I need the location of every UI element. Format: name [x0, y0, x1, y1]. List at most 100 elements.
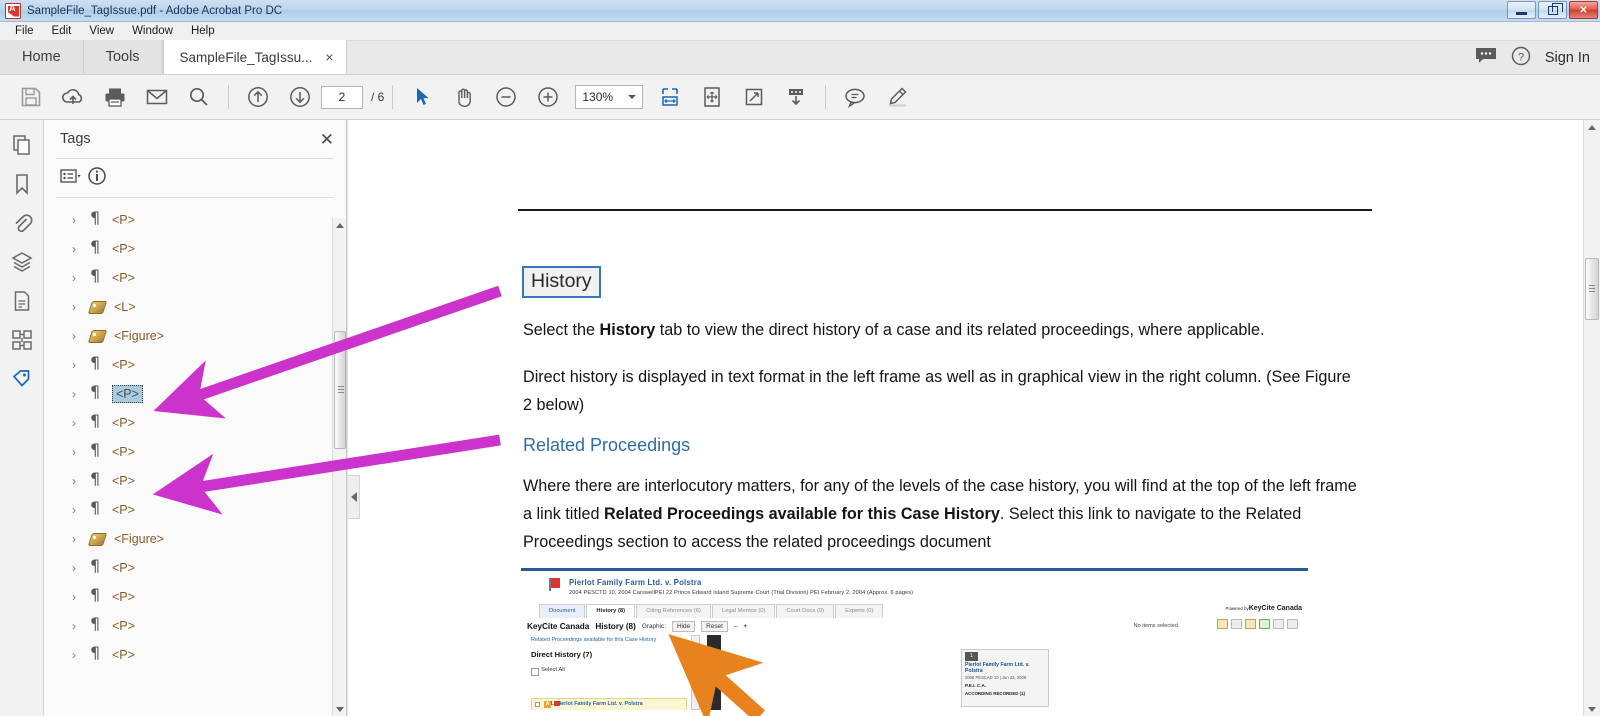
- layers-icon[interactable]: [7, 249, 37, 275]
- page-thumbnails-icon[interactable]: [7, 132, 37, 158]
- document-scroll-thumb[interactable]: [1585, 258, 1599, 320]
- close-icon[interactable]: ×: [325, 49, 333, 65]
- cursor-select-icon[interactable]: [401, 75, 443, 120]
- tag-tree-row[interactable]: › <P>: [44, 234, 346, 263]
- tag-tree-row[interactable]: › <P>: [44, 466, 346, 495]
- chevron-right-icon[interactable]: ›: [72, 561, 82, 575]
- scroll-up-arrow-icon[interactable]: [1584, 120, 1600, 134]
- hand-tool-icon[interactable]: [443, 75, 485, 120]
- figure-bar-graphic-label: Graphic:: [641, 623, 666, 630]
- document-viewport[interactable]: History Select the History tab to view t…: [347, 120, 1600, 716]
- email-icon[interactable]: [136, 75, 178, 120]
- chevron-right-icon[interactable]: ›: [72, 416, 82, 430]
- paragraph-3: Where there are interlocutory matters, f…: [523, 472, 1363, 556]
- tag-tree-row[interactable]: › <Figure>: [44, 524, 346, 553]
- chevron-right-icon[interactable]: ›: [72, 474, 82, 488]
- comment-bubble-icon[interactable]: [834, 75, 876, 120]
- page-number-input[interactable]: 2: [321, 85, 363, 109]
- tab-tools[interactable]: Tools: [83, 40, 163, 74]
- fullscreen-icon[interactable]: [733, 75, 775, 120]
- tags-panel-toolbar: [44, 159, 346, 197]
- fit-width-icon[interactable]: [649, 75, 691, 120]
- document-scrollbar[interactable]: [1583, 120, 1600, 716]
- figure-list-item-1: A 1. Pierlot Family Farm Ltd. v. Polstra: [531, 698, 687, 710]
- scroll-up-arrow-icon[interactable]: [333, 218, 346, 232]
- next-page-icon[interactable]: [279, 75, 321, 120]
- scroll-mode-icon[interactable]: [775, 75, 817, 120]
- options-list-icon[interactable]: [60, 168, 82, 189]
- figure-inner-scrollbar: [691, 635, 700, 710]
- tag-tree-row[interactable]: › <P>: [44, 640, 346, 669]
- chevron-right-icon[interactable]: ›: [72, 213, 82, 227]
- menu-window[interactable]: Window: [123, 22, 182, 41]
- save-icon[interactable]: [10, 75, 52, 120]
- chevron-right-icon[interactable]: ›: [72, 271, 82, 285]
- tag-tree-row[interactable]: › <P>: [44, 350, 346, 379]
- chevron-right-icon[interactable]: ›: [72, 590, 82, 604]
- close-button[interactable]: ✕: [1569, 1, 1598, 19]
- attachments-icon[interactable]: [7, 210, 37, 236]
- sign-in-button[interactable]: Sign In: [1545, 50, 1590, 66]
- search-icon[interactable]: [178, 75, 220, 120]
- minimize-button[interactable]: [1507, 1, 1536, 19]
- zoom-level-select[interactable]: 130%: [575, 85, 644, 109]
- tags-tree[interactable]: › <P> › <P> › <P> › <L> › <Figure> › <P> › <P> › <P> › <P…: [44, 198, 346, 716]
- menu-bar: File Edit View Window Help: [0, 22, 1600, 41]
- info-icon[interactable]: [87, 166, 107, 191]
- chevron-right-icon[interactable]: ›: [72, 387, 82, 401]
- panel-collapse-handle[interactable]: [348, 475, 360, 519]
- chevron-right-icon[interactable]: ›: [72, 619, 82, 633]
- close-icon[interactable]: ✕: [320, 131, 334, 148]
- tag-tree-row[interactable]: › <P>: [44, 611, 346, 640]
- tag-tree-row[interactable]: › <L>: [44, 292, 346, 321]
- zoom-out-icon[interactable]: [485, 75, 527, 120]
- upload-cloud-icon[interactable]: [52, 75, 94, 120]
- scroll-down-arrow-icon[interactable]: [333, 702, 346, 716]
- tag-tree-label: <P>: [112, 647, 135, 662]
- document-icon[interactable]: [7, 288, 37, 314]
- chevron-right-icon[interactable]: ›: [72, 503, 82, 517]
- tag-tree-row[interactable]: › <Figure>: [44, 321, 346, 350]
- zoom-in-icon[interactable]: [527, 75, 569, 120]
- tab-home[interactable]: Home: [0, 40, 84, 74]
- menu-file[interactable]: File: [6, 22, 43, 41]
- chevron-right-icon[interactable]: ›: [72, 358, 82, 372]
- previous-page-icon[interactable]: [237, 75, 279, 120]
- tab-document-label: SampleFile_TagIssu...: [179, 49, 313, 65]
- tab-document[interactable]: SampleFile_TagIssu... ×: [162, 40, 347, 74]
- help-icon[interactable]: ?: [1511, 46, 1531, 71]
- menu-help[interactable]: Help: [182, 22, 224, 41]
- tags-scroll-thumb[interactable]: [334, 331, 346, 449]
- tag-tree-row[interactable]: › <P>: [44, 553, 346, 582]
- paragraph-element-icon: [90, 266, 104, 285]
- maximize-button[interactable]: [1538, 1, 1567, 19]
- tags-icon[interactable]: [7, 366, 37, 392]
- tag-tree-row[interactable]: › <P>: [44, 408, 346, 437]
- scroll-down-arrow-icon[interactable]: [1584, 702, 1600, 716]
- tag-tree-row[interactable]: › <P>: [44, 205, 346, 234]
- menu-view[interactable]: View: [80, 22, 123, 41]
- chevron-right-icon[interactable]: ›: [72, 532, 82, 546]
- figure-toolbar: KeyCite Canada History (8) Graphic: Hide…: [527, 621, 747, 632]
- highlighter-icon[interactable]: [876, 75, 918, 120]
- chevron-right-icon[interactable]: ›: [72, 648, 82, 662]
- document-scrollbar-track[interactable]: [1584, 120, 1600, 716]
- main-toolbar: 2 / 6 130%: [0, 75, 1600, 120]
- print-icon[interactable]: [94, 75, 136, 120]
- chevron-right-icon[interactable]: ›: [72, 329, 82, 343]
- tag-tree-row[interactable]: › <P>: [44, 582, 346, 611]
- content-order-icon[interactable]: [7, 327, 37, 353]
- tag-tree-row[interactable]: › <P>: [44, 379, 346, 408]
- chevron-right-icon[interactable]: ›: [72, 242, 82, 256]
- chevron-right-icon[interactable]: ›: [72, 445, 82, 459]
- fit-page-icon[interactable]: [691, 75, 733, 120]
- tag-tree-row[interactable]: › <P>: [44, 437, 346, 466]
- menu-edit[interactable]: Edit: [43, 22, 81, 41]
- comment-icon[interactable]: [1475, 47, 1497, 70]
- bookmarks-icon[interactable]: [7, 171, 37, 197]
- tag-tree-row[interactable]: › <P>: [44, 263, 346, 292]
- chevron-right-icon[interactable]: ›: [72, 300, 82, 314]
- tags-scrollbar[interactable]: [332, 218, 346, 716]
- figure-node-badge: 1: [965, 652, 978, 661]
- tag-tree-row[interactable]: › <P>: [44, 495, 346, 524]
